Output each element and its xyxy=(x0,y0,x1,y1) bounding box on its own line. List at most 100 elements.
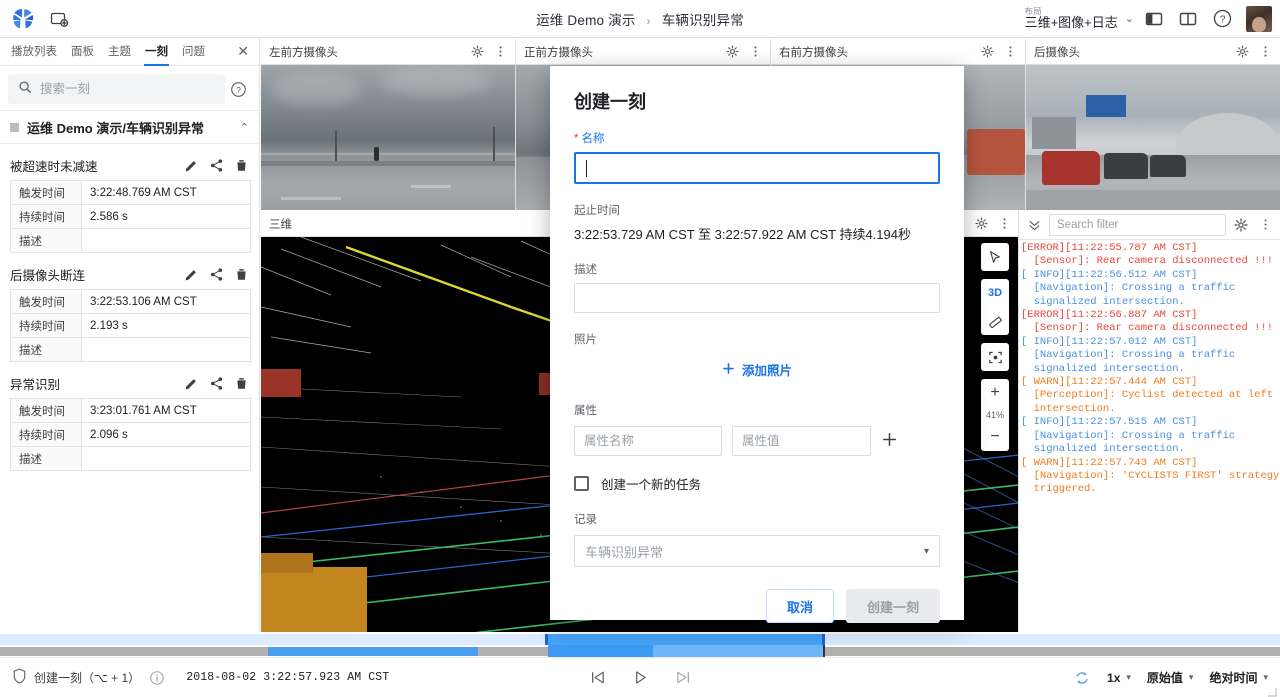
breadcrumb-current[interactable]: 车辆识别异常 xyxy=(662,13,744,28)
table-row: 触发时间 3:23:01.761 AM CST xyxy=(10,398,251,423)
gear-icon[interactable] xyxy=(1232,217,1250,232)
trash-icon[interactable] xyxy=(234,376,249,391)
edit-icon[interactable] xyxy=(184,267,199,282)
more-vertical-icon[interactable] xyxy=(749,45,762,58)
timeline[interactable] xyxy=(0,632,1280,657)
search-input[interactable] xyxy=(40,82,215,96)
timeline-playhead[interactable] xyxy=(823,645,825,657)
playback-speed-value: 1x xyxy=(1107,670,1121,685)
add-photo-button[interactable]: 添加照片 xyxy=(574,355,940,384)
more-vertical-icon[interactable] xyxy=(1259,45,1272,58)
create-task-label: 创建一个新的任务 xyxy=(601,478,702,492)
log-entries-list[interactable]: [ERROR][11:22:55.787 AM CST] [Sensor]: R… xyxy=(1019,240,1280,632)
more-vertical-icon[interactable] xyxy=(1256,218,1274,231)
create-moment-button[interactable]: 创建一刻（⌥ + 1） xyxy=(12,668,140,687)
moment-detail-table: 触发时间 3:23:01.761 AM CST 持续时间 2.096 s 描述 xyxy=(10,398,251,471)
gear-icon[interactable] xyxy=(726,45,739,58)
tab-topics[interactable]: 主题 xyxy=(101,38,138,66)
ruler-icon[interactable] xyxy=(981,307,1009,335)
create-moment-label: 创建一刻（⌥ + 1） xyxy=(34,671,141,685)
create-task-checkbox[interactable] xyxy=(574,476,589,491)
tab-playlist[interactable]: 播放列表 xyxy=(4,38,64,66)
panel-actions xyxy=(1236,45,1272,58)
share-icon[interactable] xyxy=(209,267,224,282)
row-label-trigger-time: 触发时间 xyxy=(10,398,82,423)
value-mode-selector[interactable]: 原始值 ▾ xyxy=(1147,669,1194,686)
skip-forward-icon[interactable] xyxy=(674,668,693,687)
attribute-name-input[interactable] xyxy=(574,426,722,456)
more-vertical-icon[interactable] xyxy=(494,45,507,58)
timeline-selection[interactable] xyxy=(545,634,825,645)
close-icon[interactable]: ✕ xyxy=(237,43,255,60)
recenter-icon[interactable] xyxy=(981,343,1009,371)
chevron-down-icon: ▾ xyxy=(1263,672,1268,682)
row-value-trigger-time: 3:23:01.761 AM CST xyxy=(81,398,251,423)
description-label: 描述 xyxy=(574,264,597,276)
chevron-down-icon: ▾ xyxy=(1188,672,1194,682)
chevron-double-down-icon[interactable] xyxy=(1025,217,1043,232)
name-input-wrapper xyxy=(574,152,940,184)
create-task-checkbox-row[interactable]: 创建一个新的任务 xyxy=(574,474,940,493)
user-avatar[interactable] xyxy=(1246,5,1272,32)
gear-icon[interactable] xyxy=(1236,45,1249,58)
time-mode-selector[interactable]: 绝对时间 ▾ xyxy=(1209,669,1268,686)
resize-grip-icon[interactable] xyxy=(1267,684,1277,697)
add-attribute-button[interactable] xyxy=(881,431,898,451)
rear-camera-view[interactable] xyxy=(1026,65,1280,210)
cancel-button[interactable]: 取消 xyxy=(765,589,834,623)
moment-actions xyxy=(184,158,249,173)
tab-moments[interactable]: 一刻 xyxy=(138,38,175,66)
loop-icon[interactable] xyxy=(1073,669,1091,687)
zoom-in-button[interactable]: + xyxy=(981,379,1009,407)
gear-icon[interactable] xyxy=(471,45,484,58)
tab-panels[interactable]: 面板 xyxy=(64,38,101,66)
bottom-bar-left: 创建一刻（⌥ + 1） 2018-08-02 3:22:57.923 AM CS… xyxy=(12,668,389,687)
record-select-value: 车辆识别异常 xyxy=(585,544,664,560)
gear-icon[interactable] xyxy=(981,45,994,58)
trash-icon[interactable] xyxy=(234,267,249,282)
name-input[interactable] xyxy=(574,152,940,184)
tab-issues[interactable]: 问题 xyxy=(175,38,212,66)
more-vertical-icon[interactable] xyxy=(998,217,1011,230)
chevron-up-icon[interactable]: ⌃ xyxy=(240,121,249,134)
panel-title: 右前方摄像头 xyxy=(779,46,848,59)
description-input[interactable] xyxy=(574,283,940,313)
three-d-mode-badge[interactable]: 3D xyxy=(981,279,1009,307)
play-icon[interactable] xyxy=(631,668,650,687)
sidebar-help-icon[interactable]: ? xyxy=(225,80,251,99)
skip-back-icon[interactable] xyxy=(588,668,607,687)
row-value-duration: 2.193 s xyxy=(81,313,251,338)
share-icon[interactable] xyxy=(209,158,224,173)
timeline-segment[interactable] xyxy=(268,647,478,656)
zoom-out-button[interactable]: − xyxy=(981,423,1009,451)
share-icon[interactable] xyxy=(209,376,224,391)
log-entry: [ WARN][11:22:57.444 AM CST] [Perception… xyxy=(1021,376,1274,415)
panel-header-left-front-camera: 左前方摄像头 xyxy=(261,39,515,65)
three-d-tool-group-recenter xyxy=(981,343,1009,371)
log-search-box[interactable] xyxy=(1049,213,1226,236)
attribute-value-input[interactable] xyxy=(732,426,871,456)
playback-speed-selector[interactable]: 1x ▾ xyxy=(1107,671,1131,685)
row-value-duration: 2.586 s xyxy=(81,204,251,229)
panel-title: 左前方摄像头 xyxy=(269,46,338,59)
edit-icon[interactable] xyxy=(184,158,199,173)
three-d-tool-group-mode: 3D xyxy=(981,279,1009,335)
log-search-input[interactable] xyxy=(1057,218,1218,231)
trash-icon[interactable] xyxy=(234,158,249,173)
record-select[interactable]: 车辆识别异常 ▾ xyxy=(574,535,940,567)
cursor-arrow-icon[interactable] xyxy=(981,243,1009,271)
more-vertical-icon[interactable] xyxy=(1004,45,1017,58)
moment-group-header[interactable]: 运维 Demo 演示/车辆识别异常 ⌃ xyxy=(0,110,259,144)
gear-icon[interactable] xyxy=(975,217,988,230)
name-field-label: * 名称 xyxy=(574,130,940,146)
info-circle-icon[interactable] xyxy=(149,670,165,686)
log-entry: [ INFO][11:22:56.512 AM CST] [Navigation… xyxy=(1021,268,1236,308)
left-front-camera-view[interactable] xyxy=(261,65,515,210)
edit-icon[interactable] xyxy=(184,376,199,391)
row-value-description xyxy=(81,228,251,253)
search-box[interactable] xyxy=(8,74,225,104)
group-color-swatch xyxy=(10,122,19,132)
breadcrumb-root[interactable]: 运维 Demo 演示 xyxy=(536,13,636,28)
time-range-value: 3:22:53.729 AM CST 至 3:22:57.922 AM CST … xyxy=(574,227,911,242)
log-entry: [ERROR][11:22:56.887 AM CST] [Sensor]: R… xyxy=(1021,309,1274,335)
